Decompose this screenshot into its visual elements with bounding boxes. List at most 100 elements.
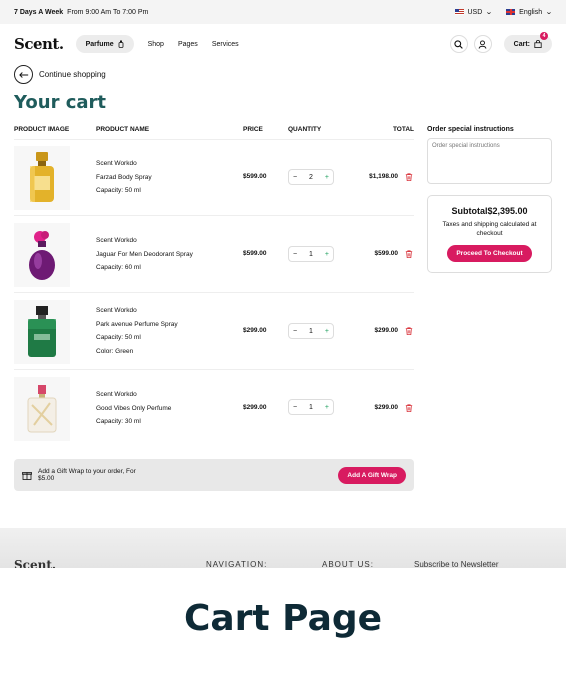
cart-row: Scent Workdo Jaguar For Men Deodorant Sp… [14, 217, 414, 293]
minus-icon[interactable]: − [293, 328, 297, 335]
product-attr: Capacity: 60 ml [96, 264, 141, 271]
product-attr: Capacity: 50 ml [96, 187, 141, 194]
chevron-down-icon: ⌄ [485, 9, 494, 16]
checkout-button[interactable]: Proceed To Checkout [447, 245, 532, 262]
trash-icon[interactable] [405, 250, 413, 258]
trash-icon[interactable] [405, 404, 413, 412]
product-name[interactable]: Park avenue Perfume Spray [96, 318, 178, 332]
footer: Scent. NAVIGATION: ABOUT US: Subscribe t… [0, 528, 566, 568]
nav-services[interactable]: Services [212, 41, 239, 48]
purple-bottle-icon [29, 231, 55, 280]
cart-row: Scent Workdo Farzad Body Spray Capacity:… [14, 140, 414, 216]
us-flag-icon [454, 9, 464, 15]
instructions-label: Order special instructions [427, 126, 514, 133]
product-brand: Scent Workdo [96, 391, 137, 398]
product-brand: Scent Workdo [96, 237, 137, 244]
plus-icon[interactable]: + [325, 404, 329, 411]
quantity-stepper: − 1 + [288, 399, 334, 415]
order-sidebar: Order special instructions Subtotal$2,39… [427, 126, 552, 273]
clear-bottle-icon [27, 385, 57, 433]
currency-select[interactable]: USD ⌄ [454, 8, 494, 16]
category-pill[interactable]: Parfume [75, 35, 134, 53]
minus-icon[interactable]: − [293, 251, 297, 258]
page-title: Your cart [14, 92, 107, 113]
cart-button[interactable]: Cart: 4 [503, 32, 552, 53]
footer-about-heading: ABOUT US: [322, 560, 374, 568]
header-price: PRICE [243, 126, 263, 133]
line-total: $1,198.00 [369, 173, 398, 180]
quantity-stepper: − 1 + [288, 323, 334, 339]
bottle-icon [118, 40, 123, 48]
product-name[interactable]: Jaguar For Men Deodorant Spray [96, 248, 193, 262]
trash-icon[interactable] [405, 327, 413, 335]
product-image[interactable] [14, 223, 70, 287]
plus-icon[interactable]: + [325, 328, 329, 335]
product-attr: Capacity: 50 ml [96, 334, 141, 341]
header-name: PRODUCT NAME [96, 126, 150, 133]
logo[interactable]: Scent. [14, 35, 64, 53]
product-image[interactable] [14, 146, 70, 210]
continue-shopping-link[interactable]: Continue shopping [14, 65, 106, 84]
uk-flag-icon [506, 9, 516, 15]
product-attr: Color: Green [96, 347, 134, 355]
quantity-value[interactable]: 1 [309, 251, 313, 258]
product-brand: Scent Workdo [96, 307, 137, 314]
continue-label: Continue shopping [39, 70, 106, 79]
line-total: $599.00 [374, 250, 399, 257]
product-price: $599.00 [243, 250, 267, 257]
user-icon[interactable] [473, 35, 492, 53]
page-caption: Cart Page [0, 568, 566, 674]
minus-icon[interactable]: − [293, 174, 297, 181]
gift-icon [22, 472, 32, 480]
arrow-left-icon [14, 65, 33, 84]
search-icon[interactable] [449, 35, 468, 53]
product-name[interactable]: Farzad Body Spray [96, 171, 152, 185]
cart-row: Scent Workdo Park avenue Perfume Spray C… [14, 294, 414, 370]
header-image: PRODUCT IMAGE [14, 126, 70, 133]
language-select[interactable]: English ⌄ [506, 8, 553, 16]
bag-icon [534, 40, 542, 48]
product-name[interactable]: Good Vibes Only Perfume [96, 402, 171, 416]
nav-shop[interactable]: Shop [148, 41, 164, 48]
subtotal: Subtotal$2,395.00 [451, 206, 528, 216]
cart-row: Scent Workdo Good Vibes Only Perfume Cap… [14, 371, 414, 447]
quantity-value[interactable]: 1 [309, 328, 313, 335]
top-bar: 7 Days A Week From 9:00 Am To 7:00 Pm USD… [0, 0, 566, 24]
plus-icon[interactable]: + [325, 251, 329, 258]
gold-bottle-icon [30, 152, 54, 202]
gift-wrap-bar: Add a Gift Wrap to your order, For $5.00 … [14, 459, 414, 491]
footer-newsletter-heading: Subscribe to Newsletter [414, 560, 499, 568]
trash-icon[interactable] [405, 173, 413, 181]
site-header: Scent. Parfume Shop Pages Services Cart:… [0, 24, 566, 64]
green-bottle-icon [28, 306, 56, 357]
quantity-value[interactable]: 1 [309, 404, 313, 411]
line-total: $299.00 [374, 327, 399, 334]
main-nav: Shop Pages Services [148, 41, 239, 48]
quantity-stepper: − 1 + [288, 246, 334, 262]
product-image[interactable] [14, 377, 70, 441]
footer-nav-heading: NAVIGATION: [206, 560, 268, 568]
product-price: $299.00 [243, 404, 267, 411]
product-attr: Capacity: 30 ml [96, 418, 141, 425]
subtotal-card: Subtotal$2,395.00 Taxes and shipping cal… [427, 195, 552, 273]
nav-pages[interactable]: Pages [178, 41, 198, 48]
header-total: TOTAL [392, 126, 414, 133]
product-brand: Scent Workdo [96, 160, 137, 167]
chevron-down-icon: ⌄ [545, 9, 553, 16]
minus-icon[interactable]: − [293, 404, 297, 411]
add-gift-wrap-button[interactable]: Add A Gift Wrap [338, 466, 406, 484]
tax-note: Taxes and shipping calculated at checkou… [442, 221, 537, 237]
footer-logo: Scent. [14, 558, 57, 568]
store-hours: 7 Days A Week From 9:00 Am To 7:00 Pm [14, 8, 149, 16]
product-price: $599.00 [243, 173, 267, 180]
gift-wrap-text: Add a Gift Wrap to your order, For $5.00 [38, 468, 136, 482]
cart-table-header: PRODUCT IMAGE PRODUCT NAME PRICE QUANTIT… [14, 126, 414, 140]
cart-count-badge: 4 [540, 32, 548, 40]
product-image[interactable] [14, 300, 70, 364]
quantity-stepper: − 2 + [288, 169, 334, 185]
instructions-textarea[interactable] [427, 138, 552, 184]
header-quantity: QUANTITY [288, 126, 322, 133]
line-total: $299.00 [374, 404, 399, 411]
quantity-value[interactable]: 2 [309, 174, 313, 181]
plus-icon[interactable]: + [325, 174, 329, 181]
